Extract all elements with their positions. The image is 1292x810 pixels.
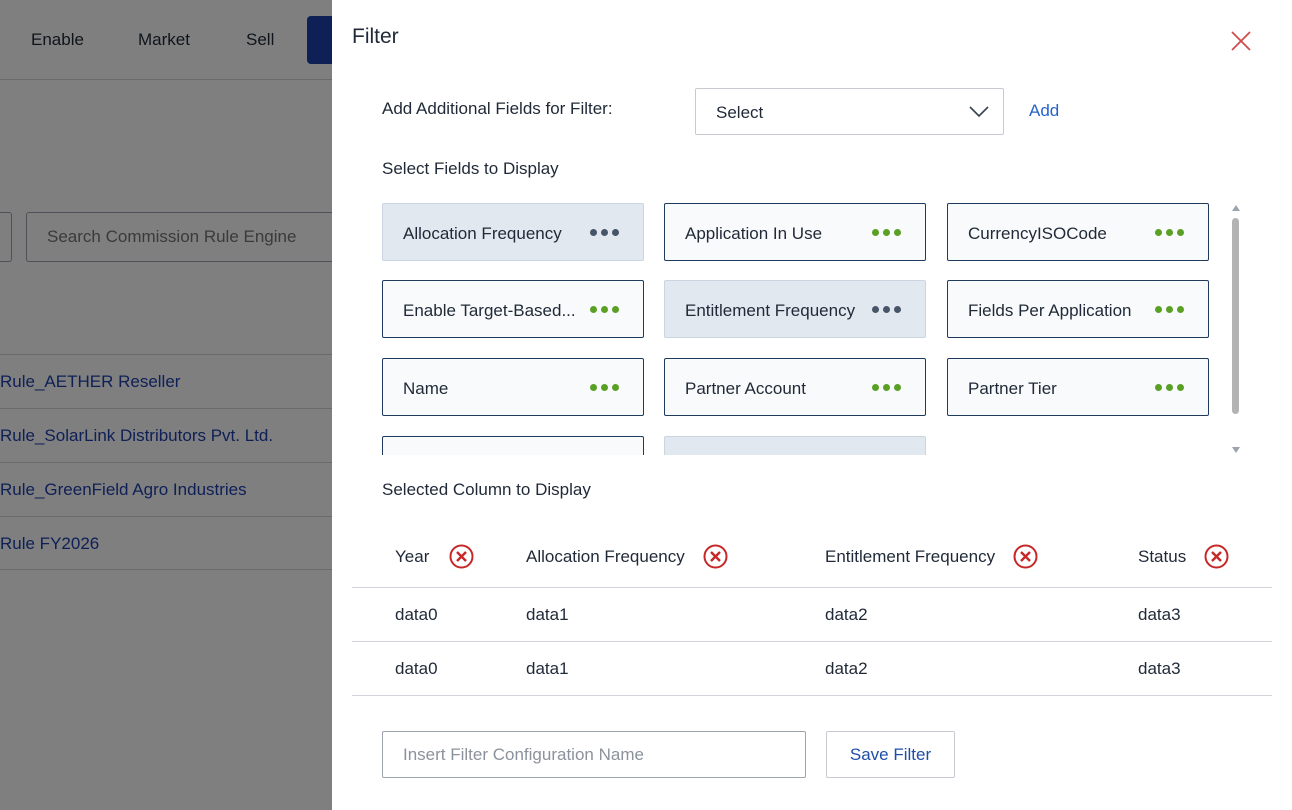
field-chip-label: Partner Account — [685, 379, 806, 398]
table-row: data0 data1 data2 data3 — [352, 588, 1272, 642]
column-header: Status — [1138, 544, 1229, 569]
field-chip-label: Allocation Frequency — [403, 224, 562, 243]
table-cell: data1 — [526, 605, 569, 624]
more-icon[interactable] — [872, 384, 901, 391]
field-chip-label: Partner Tier — [968, 379, 1057, 398]
more-icon[interactable] — [590, 306, 619, 313]
more-icon[interactable] — [590, 384, 619, 391]
field-chip[interactable]: Enable Target-Based... — [382, 280, 644, 338]
chevron-down-icon — [969, 106, 989, 118]
fields-grid: Allocation Frequency Application In Use … — [382, 203, 1210, 455]
field-chip[interactable]: CurrencyISOCode — [947, 203, 1209, 261]
table-header: Year Allocation Frequency Entitlement Fr… — [352, 527, 1272, 588]
remove-column-icon[interactable] — [449, 544, 474, 569]
field-chip[interactable] — [664, 436, 926, 455]
field-select[interactable]: Select — [695, 88, 1004, 135]
column-header: Allocation Frequency — [526, 544, 728, 569]
more-icon[interactable] — [1155, 229, 1184, 236]
column-header: Entitlement Frequency — [825, 544, 1038, 569]
save-filter-button[interactable]: Save Filter — [826, 731, 955, 778]
field-chip[interactable]: Application In Use — [664, 203, 926, 261]
fields-scrollbar[interactable] — [1230, 203, 1242, 455]
add-fields-label: Add Additional Fields for Filter: — [382, 99, 613, 118]
field-chip-label: Enable Target-Based... — [403, 301, 576, 320]
scroll-up-icon[interactable] — [1232, 205, 1240, 211]
selected-columns-label: Selected Column to Display — [382, 480, 591, 499]
field-chip-label: Fields Per Application — [968, 301, 1132, 320]
field-chip-label: Entitlement Frequency — [685, 301, 856, 320]
field-chip[interactable]: Entitlement Frequency — [664, 280, 926, 338]
selected-columns-table: Year Allocation Frequency Entitlement Fr… — [352, 527, 1272, 696]
field-chip-label: Application In Use — [685, 224, 823, 243]
table-cell: data1 — [526, 659, 569, 678]
table-cell: data2 — [825, 659, 868, 678]
column-header-label: Entitlement Frequency — [825, 546, 996, 566]
scroll-thumb[interactable] — [1232, 218, 1239, 414]
remove-column-icon[interactable] — [1204, 544, 1229, 569]
more-icon[interactable] — [1155, 306, 1184, 313]
field-chip-label: Name — [403, 379, 449, 398]
field-chip[interactable]: Partner Tier — [947, 358, 1209, 416]
remove-column-icon[interactable] — [703, 544, 728, 569]
more-icon[interactable] — [872, 306, 901, 313]
filter-drawer: Filter Add Additional Fields for Filter:… — [332, 0, 1292, 810]
field-chip[interactable]: Fields Per Application — [947, 280, 1209, 338]
column-header-label: Status — [1138, 546, 1187, 566]
remove-column-icon[interactable] — [1013, 544, 1038, 569]
table-cell: data0 — [395, 659, 438, 678]
more-icon[interactable] — [1155, 384, 1184, 391]
close-icon[interactable] — [1228, 28, 1254, 54]
table-cell: data2 — [825, 605, 868, 624]
more-icon[interactable] — [590, 229, 619, 236]
column-header-label: Allocation Frequency — [526, 546, 685, 566]
table-cell: data3 — [1138, 605, 1181, 624]
table-row: data0 data1 data2 data3 — [352, 642, 1272, 696]
field-chip[interactable] — [382, 436, 644, 455]
field-chip[interactable]: Partner Account — [664, 358, 926, 416]
column-header-label: Year — [395, 546, 430, 566]
add-field-link[interactable]: Add — [1029, 101, 1059, 121]
table-cell: data0 — [395, 605, 438, 624]
more-icon[interactable] — [872, 229, 901, 236]
fields-label: Select Fields to Display — [382, 159, 559, 178]
scroll-down-icon[interactable] — [1232, 447, 1240, 453]
field-chip[interactable]: Allocation Frequency — [382, 203, 644, 261]
drawer-title: Filter — [352, 25, 399, 48]
select-value: Select — [716, 103, 764, 122]
field-chip-label: CurrencyISOCode — [968, 224, 1107, 243]
table-cell: data3 — [1138, 659, 1181, 678]
field-chip[interactable]: Name — [382, 358, 644, 416]
column-header: Year — [395, 544, 474, 569]
filter-config-name-input[interactable] — [382, 731, 806, 778]
